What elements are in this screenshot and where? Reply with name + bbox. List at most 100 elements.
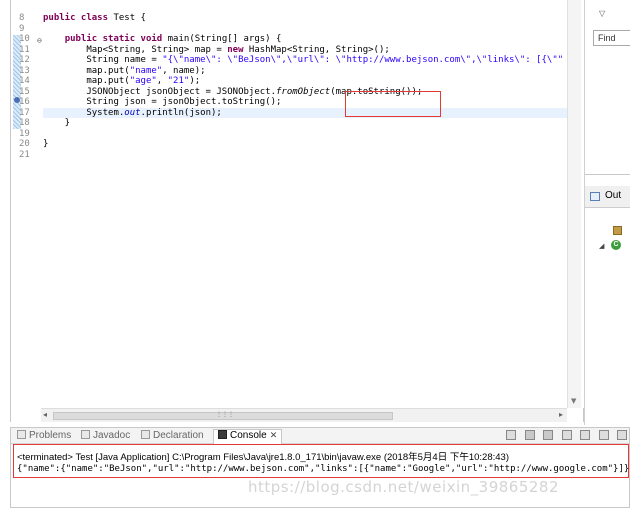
code-token: main(String[] args) { (167, 34, 282, 44)
scroll-lock-icon[interactable] (561, 430, 572, 440)
tab-console[interactable]: Console ✕ (213, 429, 283, 444)
close-icon[interactable]: ✕ (270, 430, 278, 440)
outline-icon (590, 192, 600, 201)
problems-icon (17, 430, 26, 439)
line-number: 8 (19, 13, 25, 23)
class-icon[interactable]: C (611, 240, 621, 250)
tree-expand-icon[interactable]: ◢ (599, 242, 604, 250)
remove-all-icon[interactable] (543, 430, 554, 440)
line-number: 17 (19, 107, 30, 118)
code-line[interactable] (43, 150, 567, 161)
scroll-left-icon[interactable]: ◂ (43, 410, 47, 419)
chevron-down-icon[interactable]: ▽ (599, 9, 605, 18)
line-number: 14 (19, 76, 30, 86)
code-line[interactable]: } (43, 139, 567, 150)
code-token: .println(json); (140, 107, 222, 118)
tab-label: Problems (29, 430, 72, 441)
tab-declaration[interactable]: Declaration (141, 430, 204, 444)
line-number: 13 (19, 65, 30, 76)
code-line[interactable]: String json = jsonObject.toString(); (43, 97, 567, 108)
line-number: 16 (19, 97, 30, 107)
terminated-status: <terminated> Test [Java Application] C:\… (17, 452, 509, 463)
code-token: fromObject (276, 86, 331, 97)
code-token: public static void (64, 34, 168, 44)
word-wrap-icon[interactable] (580, 430, 591, 440)
line-number: 9 (19, 23, 25, 34)
horizontal-scrollbar[interactable]: ◂ ⋮⋮⋮ ▸ (41, 408, 567, 422)
code-token: String json = jsonObject.toString(); (43, 97, 282, 107)
code-token: } (43, 139, 49, 149)
right-side-panel: ▽ Find Out ◢ C (584, 0, 630, 425)
tab-label: Javadoc (93, 430, 131, 441)
code-area[interactable]: public class Test { public static void m… (43, 0, 567, 408)
code-token: new (227, 44, 249, 55)
watermark: https://blog.csdn.net/weixin_39865282 (248, 478, 560, 496)
code-token: map.put( (43, 65, 130, 76)
scroll-right-icon[interactable]: ▸ (559, 410, 563, 419)
code-token: , (156, 76, 168, 86)
scroll-down-icon[interactable]: ▼ (571, 397, 576, 405)
code-token: "name" (129, 65, 163, 76)
tab-label: Console (230, 430, 267, 441)
console-output-line: {"name":{"name":"BeJson","url":"http://w… (17, 464, 630, 474)
tab-problems[interactable]: Problems (17, 430, 71, 444)
code-token: String name = (43, 55, 163, 65)
code-token: "age" (129, 76, 157, 86)
pin-console-icon[interactable] (598, 430, 609, 440)
tab-javadoc[interactable]: Javadoc (81, 430, 130, 444)
view-tab-bar: Problems Javadoc Declaration Console ✕ (11, 428, 629, 444)
task-list-view: ▽ Find (585, 0, 630, 175)
line-number-gutter: ⊖ 8 9 10 11 12 13 14 15 16 17 18 19 20 21 (11, 0, 42, 408)
console-icon (218, 430, 227, 439)
line-number: 11 (19, 44, 30, 55)
code-token: ); (189, 76, 201, 86)
code-token: Map<String, String> map = (43, 44, 228, 55)
code-line[interactable]: map.put("name", name); (43, 66, 567, 77)
code-token: "21" (167, 76, 190, 86)
grip-icon: ⋮⋮⋮ (216, 411, 234, 418)
line-number: 15 (19, 86, 30, 97)
code-line[interactable]: map.put("age", "21"); (43, 76, 567, 87)
code-token: HashMap<String, String>(); (248, 44, 390, 55)
javadoc-icon (81, 430, 90, 439)
code-token: System. (43, 107, 125, 118)
outline-tab-label: Out (605, 190, 622, 201)
code-line[interactable]: public static void main(String[] args) { (43, 34, 567, 45)
tab-outline[interactable]: Out (585, 186, 630, 208)
line-number: 12 (19, 55, 30, 65)
code-line[interactable]: System.out.println(json); (43, 107, 567, 118)
code-line[interactable]: String name = "{\"name\": \"BeJson\",\"u… (43, 55, 567, 66)
highlight-box (345, 91, 441, 117)
code-line[interactable]: Map<String, String> map = new HashMap<St… (43, 45, 567, 56)
code-token: public class (43, 13, 114, 23)
line-number: 18 (19, 118, 30, 128)
declaration-icon (141, 430, 150, 439)
code-line[interactable] (43, 129, 567, 140)
terminate-icon[interactable] (506, 430, 517, 440)
remove-launch-icon[interactable] (524, 430, 535, 440)
package-icon (613, 226, 622, 235)
tab-label: Declaration (153, 430, 204, 441)
code-token: Test { (113, 13, 146, 23)
code-token: JSONObject jsonObject = JSONObject. (43, 86, 276, 97)
code-token: } (43, 118, 71, 128)
line-number: 10 (19, 34, 30, 44)
open-console-icon[interactable] (617, 430, 627, 440)
vertical-scrollbar[interactable]: ▼ (567, 0, 581, 408)
code-token: out (124, 107, 141, 118)
code-token: map.put( (43, 76, 130, 86)
code-editor[interactable]: ⊖ 8 9 10 11 12 13 14 15 16 17 18 19 20 21 public clas… (10, 0, 595, 422)
line-number: 20 (19, 139, 30, 149)
line-number: 19 (19, 128, 30, 139)
console-output-box: <terminated> Test [Java Application] C:\… (13, 444, 629, 478)
code-line[interactable]: } (43, 118, 567, 129)
line-number: 21 (19, 149, 30, 160)
console-toolbar (502, 430, 627, 442)
code-token: "{\"name\": \"BeJson\",\"url\": \"http:/… (162, 55, 564, 65)
find-input[interactable]: Find (593, 30, 630, 46)
code-line[interactable]: JSONObject jsonObject = JSONObject.fromO… (43, 87, 567, 98)
code-line[interactable]: public class Test { (43, 13, 567, 24)
code-token: , name); (162, 65, 206, 76)
code-line[interactable] (43, 24, 567, 35)
